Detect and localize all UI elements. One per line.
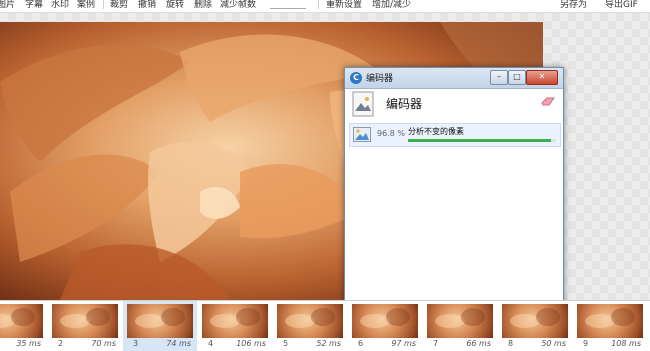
frame-number: 7 [433,339,439,348]
frame-image [577,304,643,338]
progress-bar [408,139,556,142]
toolbar-save-as[interactable]: 另存为 [560,0,587,10]
frame-image [127,304,193,338]
toolbar-add-reduce[interactable]: 增加/减少 [372,0,411,10]
image-document-icon [352,91,374,117]
close-button[interactable]: ✕ [526,70,558,85]
encoding-task-item[interactable]: 96.8 % 分析不变的像素 [349,123,561,147]
frame-delay: 74 ms [166,339,191,348]
toolbar-separator [318,0,319,9]
frame-strip: 35 ms 2 70 ms 3 74 ms 4 106 ms 5 52 ms 6 97 ms 7 66 … [0,300,650,351]
frame-number: 9 [583,339,589,348]
frame-thumbnail[interactable]: 35 ms [0,301,47,351]
frame-delay: 108 ms [611,339,641,348]
frame-thumbnail[interactable]: 5 52 ms [273,301,347,351]
minimize-button[interactable]: – [490,70,508,85]
frame-number: 2 [58,339,64,348]
frame-number: 6 [358,339,364,348]
frame-thumbnail[interactable]: 9 108 ms [573,301,647,351]
toolbar-undo[interactable]: 撤销 [138,0,156,10]
frame-image [277,304,343,338]
task-status-label: 分析不变的像素 [408,127,464,136]
frame-image [502,304,568,338]
dialog-caption: 编码器 [366,74,394,84]
toolbar-export-gif[interactable]: 导出GIF [605,0,638,10]
toolbar-input-blank[interactable] [270,2,306,9]
toolbar: 图片 字幕 水印 案例 裁剪 撤销 旋转 删除 减少帧数 重新设置 增加/减少 … [0,0,650,13]
frame-delay: 70 ms [91,339,116,348]
frame-delay: 106 ms [236,339,266,348]
toolbar-reduce-frames[interactable]: 减少帧数 [220,0,256,10]
toolbar-picture[interactable]: 图片 [0,0,15,10]
toolbar-reset[interactable]: 重新设置 [326,0,362,10]
toolbar-separator [103,0,104,9]
toolbar-cases[interactable]: 案例 [77,0,95,10]
frame-number: 3 [133,339,139,348]
dialog-header: 编码器 [345,89,563,121]
toolbar-subtitle[interactable]: 字幕 [25,0,43,10]
app-c-icon: C [350,72,362,84]
frame-image [427,304,493,338]
progress-fill [408,139,552,142]
frame-thumbnail[interactable]: 6 97 ms [348,301,422,351]
frame-thumbnail[interactable]: 4 106 ms [198,301,272,351]
frame-delay: 66 ms [466,339,491,348]
image-task-icon [353,127,371,142]
frame-image [0,304,43,338]
frame-delay: 50 ms [541,339,566,348]
maximize-button[interactable]: □ [508,70,526,85]
frame-number: 8 [508,339,514,348]
frame-delay: 97 ms [391,339,416,348]
toolbar-crop[interactable]: 裁剪 [110,0,128,10]
frame-image [52,304,118,338]
progress-percent: 96.8 % [377,129,405,138]
eraser-icon[interactable] [541,97,555,106]
frame-image [202,304,268,338]
toolbar-delete[interactable]: 删除 [194,0,212,10]
frame-thumbnail[interactable]: 2 70 ms [48,301,122,351]
frame-thumbnail[interactable]: 3 74 ms [123,301,197,351]
frame-thumbnail[interactable]: 8 50 ms [498,301,572,351]
toolbar-watermark[interactable]: 水印 [51,0,69,10]
header-title: 编码器 [386,97,423,111]
frame-number: 4 [208,339,214,348]
frame-delay: 35 ms [16,339,41,348]
encoder-dialog: C 编码器 – □ ✕ 编码器 96.8 % 分析不变的像素 [344,67,564,329]
frame-thumbnail[interactable]: 7 66 ms [423,301,497,351]
frame-delay: 52 ms [316,339,341,348]
dialog-titlebar[interactable]: C 编码器 – □ ✕ [345,68,563,89]
toolbar-rotate[interactable]: 旋转 [166,0,184,10]
frame-image [352,304,418,338]
frame-number: 5 [283,339,289,348]
